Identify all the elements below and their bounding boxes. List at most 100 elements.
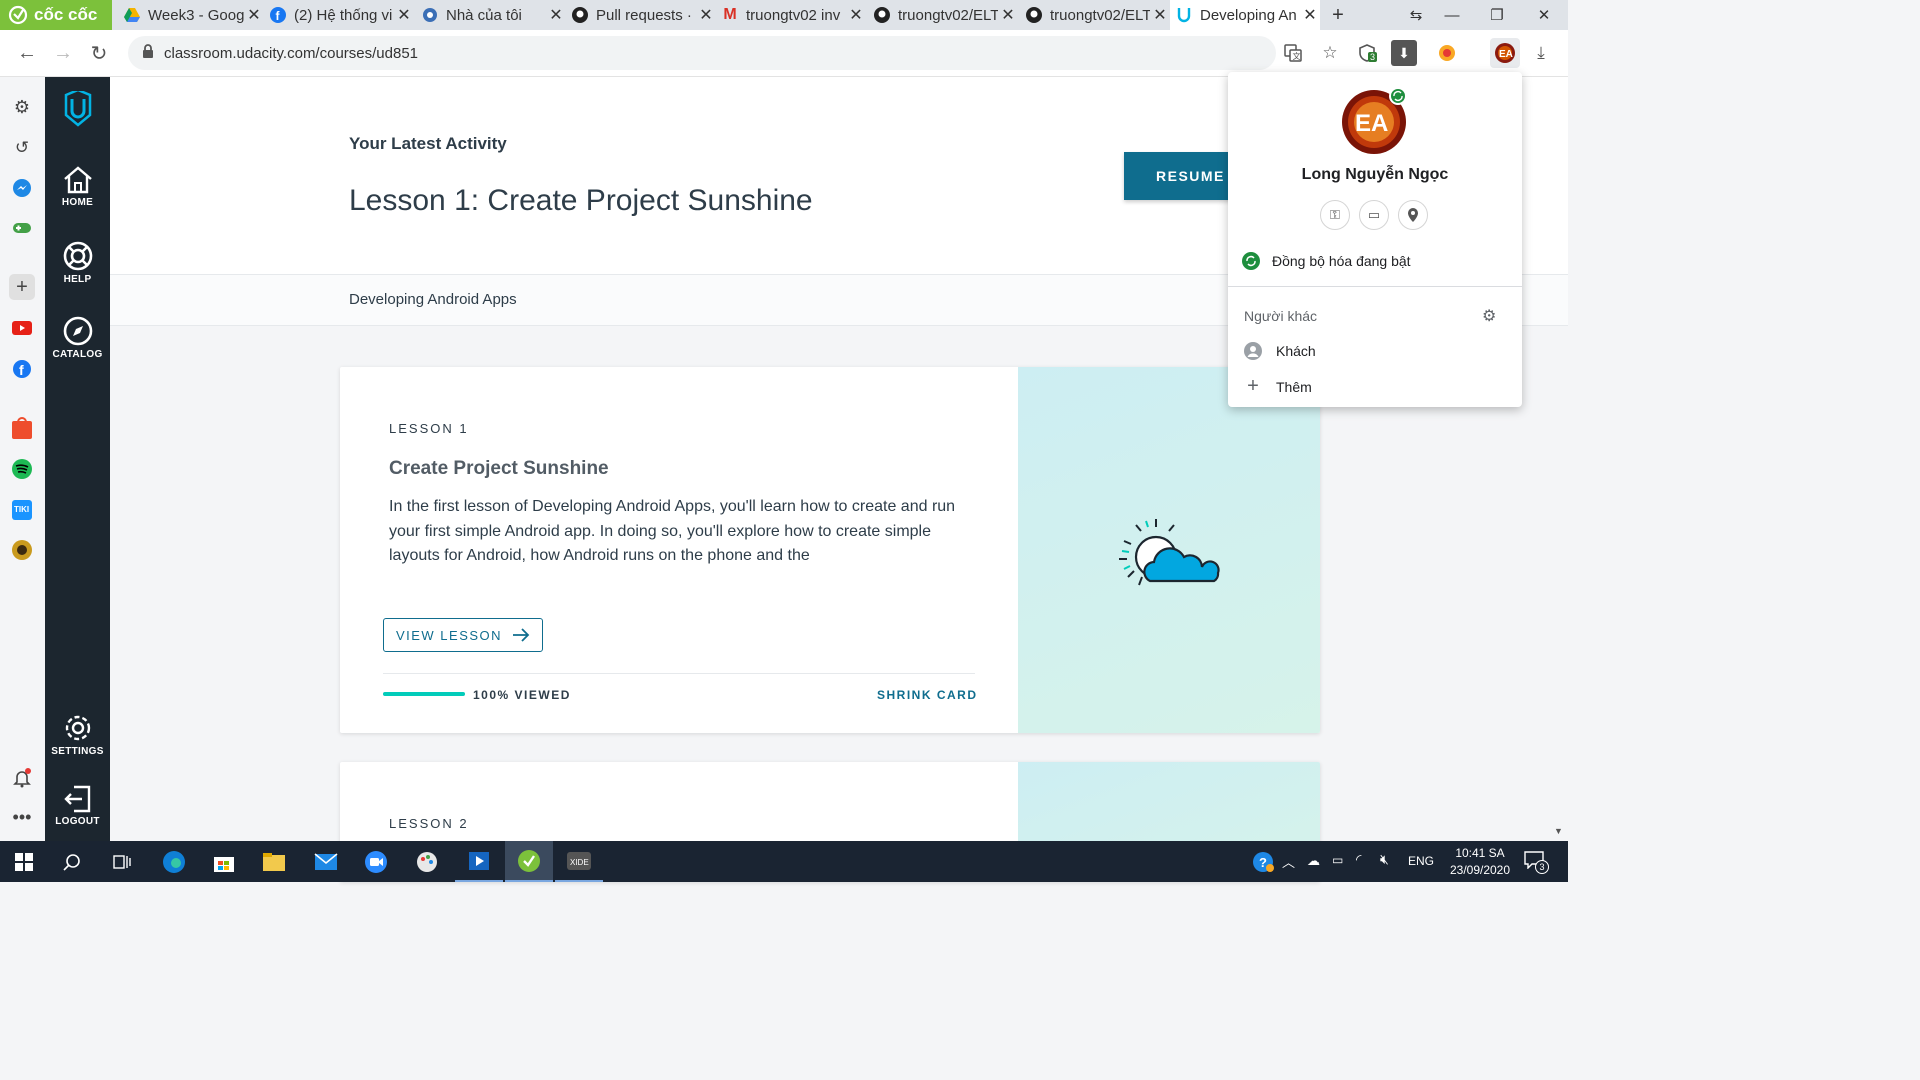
progress-bar bbox=[383, 692, 465, 696]
media-player-icon[interactable] bbox=[455, 841, 503, 882]
close-icon[interactable]: ✕ bbox=[1150, 5, 1170, 25]
download-manager-icon[interactable]: ⬇ bbox=[1391, 40, 1417, 66]
compass-icon bbox=[63, 316, 92, 346]
udacity-logo-icon[interactable] bbox=[62, 88, 94, 132]
home-icon bbox=[63, 166, 92, 194]
back-button[interactable]: ← bbox=[12, 38, 42, 68]
edge-browser-icon[interactable] bbox=[150, 841, 198, 882]
sync-badge-icon bbox=[1389, 87, 1407, 105]
game-taskbar-icon[interactable]: XIDE bbox=[555, 841, 603, 882]
help-icon[interactable]: ? bbox=[1252, 851, 1274, 878]
download-icon[interactable]: ⤓ bbox=[1528, 40, 1554, 66]
tab-week3[interactable]: Week3 - Googl ✕ bbox=[118, 0, 264, 30]
guest-person-icon bbox=[1244, 342, 1262, 360]
payment-methods-button[interactable]: ▭ bbox=[1359, 200, 1389, 230]
address-bar[interactable]: classroom.udacity.com/courses/ud851 bbox=[128, 36, 1276, 70]
view-lesson-button[interactable]: VIEW LESSON bbox=[383, 618, 543, 652]
clock[interactable]: 10:41 SA 23/09/2020 bbox=[1444, 845, 1516, 879]
youtube-icon[interactable] bbox=[9, 315, 35, 341]
language-indicator[interactable]: ENG bbox=[1408, 854, 1434, 868]
messenger-icon[interactable] bbox=[9, 175, 35, 201]
gmail-icon: M bbox=[723, 6, 737, 23]
close-icon[interactable]: ✕ bbox=[1300, 5, 1320, 25]
brand-label: cốc cốc bbox=[34, 5, 98, 24]
svg-text:EA: EA bbox=[1499, 49, 1513, 60]
spotify-icon[interactable] bbox=[9, 456, 35, 482]
tiki-icon[interactable]: TIKI bbox=[9, 497, 35, 523]
shopee-icon[interactable] bbox=[9, 415, 35, 441]
tab-pull-requests[interactable]: Pull requests · ✕ bbox=[566, 0, 716, 30]
restore-icon: ❐ bbox=[1490, 7, 1504, 24]
lesson-title: Create Project Sunshine bbox=[389, 458, 609, 479]
nav-catalog[interactable]: CATALOG bbox=[45, 315, 110, 360]
close-icon[interactable]: ✕ bbox=[846, 5, 866, 25]
tab-github-elt-1[interactable]: truongtv02/ELT ✕ bbox=[868, 0, 1018, 30]
github-icon bbox=[1026, 7, 1042, 23]
file-explorer-icon[interactable] bbox=[250, 841, 298, 882]
new-tab-button[interactable]: + bbox=[1322, 0, 1354, 30]
restore-button[interactable]: ❐ bbox=[1475, 0, 1519, 30]
nav-home[interactable]: HOME bbox=[45, 165, 110, 208]
store-icon[interactable] bbox=[200, 841, 248, 882]
sync-status-row[interactable]: Đồng bộ hóa đang bật bbox=[1242, 252, 1411, 270]
tab-label: Week3 - Googl bbox=[148, 6, 244, 24]
close-icon[interactable]: ✕ bbox=[394, 5, 414, 25]
paint-app-icon[interactable] bbox=[403, 841, 451, 882]
minimize-button[interactable]: — bbox=[1430, 0, 1474, 30]
manage-people-gear-icon[interactable]: ⚙ bbox=[1482, 306, 1496, 326]
nav-settings[interactable]: SETTINGS bbox=[45, 712, 110, 757]
forward-button[interactable]: → bbox=[48, 38, 78, 68]
start-button[interactable] bbox=[0, 841, 48, 882]
notification-bell-icon[interactable] bbox=[9, 765, 35, 791]
close-icon[interactable]: ✕ bbox=[244, 5, 264, 25]
profile-avatar-button[interactable]: EA bbox=[1490, 38, 1520, 68]
add-sidebar-item-button[interactable]: + bbox=[9, 274, 35, 300]
game-controller-icon[interactable] bbox=[9, 215, 35, 241]
facebook-icon[interactable]: f bbox=[9, 356, 35, 382]
tab-facebook[interactable]: f (2) Hệ thống vi ✕ bbox=[264, 0, 414, 30]
tab-github-elt-2[interactable]: truongtv02/ELT ✕ bbox=[1020, 0, 1170, 30]
speaker-muted-icon[interactable]: 🔇︎ bbox=[1380, 851, 1389, 868]
lifebuoy-icon bbox=[63, 241, 92, 271]
shrink-card-button[interactable]: SHRINK CARD bbox=[877, 688, 978, 702]
history-icon[interactable]: ↺ bbox=[9, 135, 35, 161]
passwords-button[interactable]: ⚿ bbox=[1320, 200, 1350, 230]
extension-shield-icon[interactable]: 3 bbox=[1354, 40, 1380, 66]
zoom-icon[interactable] bbox=[352, 841, 400, 882]
settings-gear-icon[interactable]: ⚙ bbox=[9, 94, 35, 120]
mail-icon[interactable] bbox=[302, 841, 350, 882]
close-icon[interactable]: ✕ bbox=[998, 5, 1018, 25]
onedrive-cloud-icon[interactable]: ☁ bbox=[1307, 853, 1320, 869]
more-options-icon[interactable]: ••• bbox=[9, 804, 35, 830]
tab-developing-android[interactable]: Developing An ✕ bbox=[1170, 0, 1320, 30]
nav-logout[interactable]: LOGOUT bbox=[45, 784, 110, 827]
wifi-icon[interactable]: ◜ bbox=[1356, 851, 1361, 868]
translate-icon[interactable]: 文 bbox=[1280, 40, 1306, 66]
reload-button[interactable]: ↻ bbox=[84, 38, 114, 68]
addresses-button[interactable] bbox=[1398, 200, 1428, 230]
latest-activity-label: Your Latest Activity bbox=[349, 134, 507, 153]
game-app-icon[interactable] bbox=[9, 537, 35, 563]
close-icon[interactable]: ✕ bbox=[696, 5, 716, 25]
tab-label: (2) Hệ thống vi bbox=[294, 6, 393, 24]
tab-label: Nhà của tôi bbox=[446, 6, 522, 24]
tab-home[interactable]: Nhà của tôi ✕ bbox=[416, 0, 566, 30]
search-button[interactable] bbox=[48, 841, 96, 882]
bookmark-star-icon[interactable]: ☆ bbox=[1317, 40, 1343, 66]
chevron-up-icon[interactable]: ︿ bbox=[1282, 852, 1295, 871]
coccoc-brand-button[interactable]: cốc cốc bbox=[0, 0, 112, 30]
battery-icon[interactable]: ▭ bbox=[1332, 853, 1343, 867]
facebook-icon: f bbox=[270, 7, 286, 23]
close-window-button[interactable]: ✕ bbox=[1522, 0, 1566, 30]
tab-gmail[interactable]: M truongtv02 inv ✕ bbox=[716, 0, 866, 30]
scroll-down-arrow-icon[interactable]: ▼ bbox=[1554, 826, 1563, 836]
task-view-button[interactable] bbox=[98, 841, 146, 882]
coccoc-extension-icon[interactable] bbox=[1434, 40, 1460, 66]
close-icon[interactable]: ✕ bbox=[546, 5, 566, 25]
globe-icon bbox=[422, 7, 438, 23]
add-profile-item[interactable]: + Thêm bbox=[1244, 375, 1312, 398]
action-center-button[interactable]: 3 bbox=[1524, 851, 1549, 874]
nav-help[interactable]: HELP bbox=[45, 240, 110, 285]
coccoc-taskbar-icon[interactable] bbox=[505, 841, 553, 882]
guest-profile-item[interactable]: Khách bbox=[1244, 342, 1316, 360]
